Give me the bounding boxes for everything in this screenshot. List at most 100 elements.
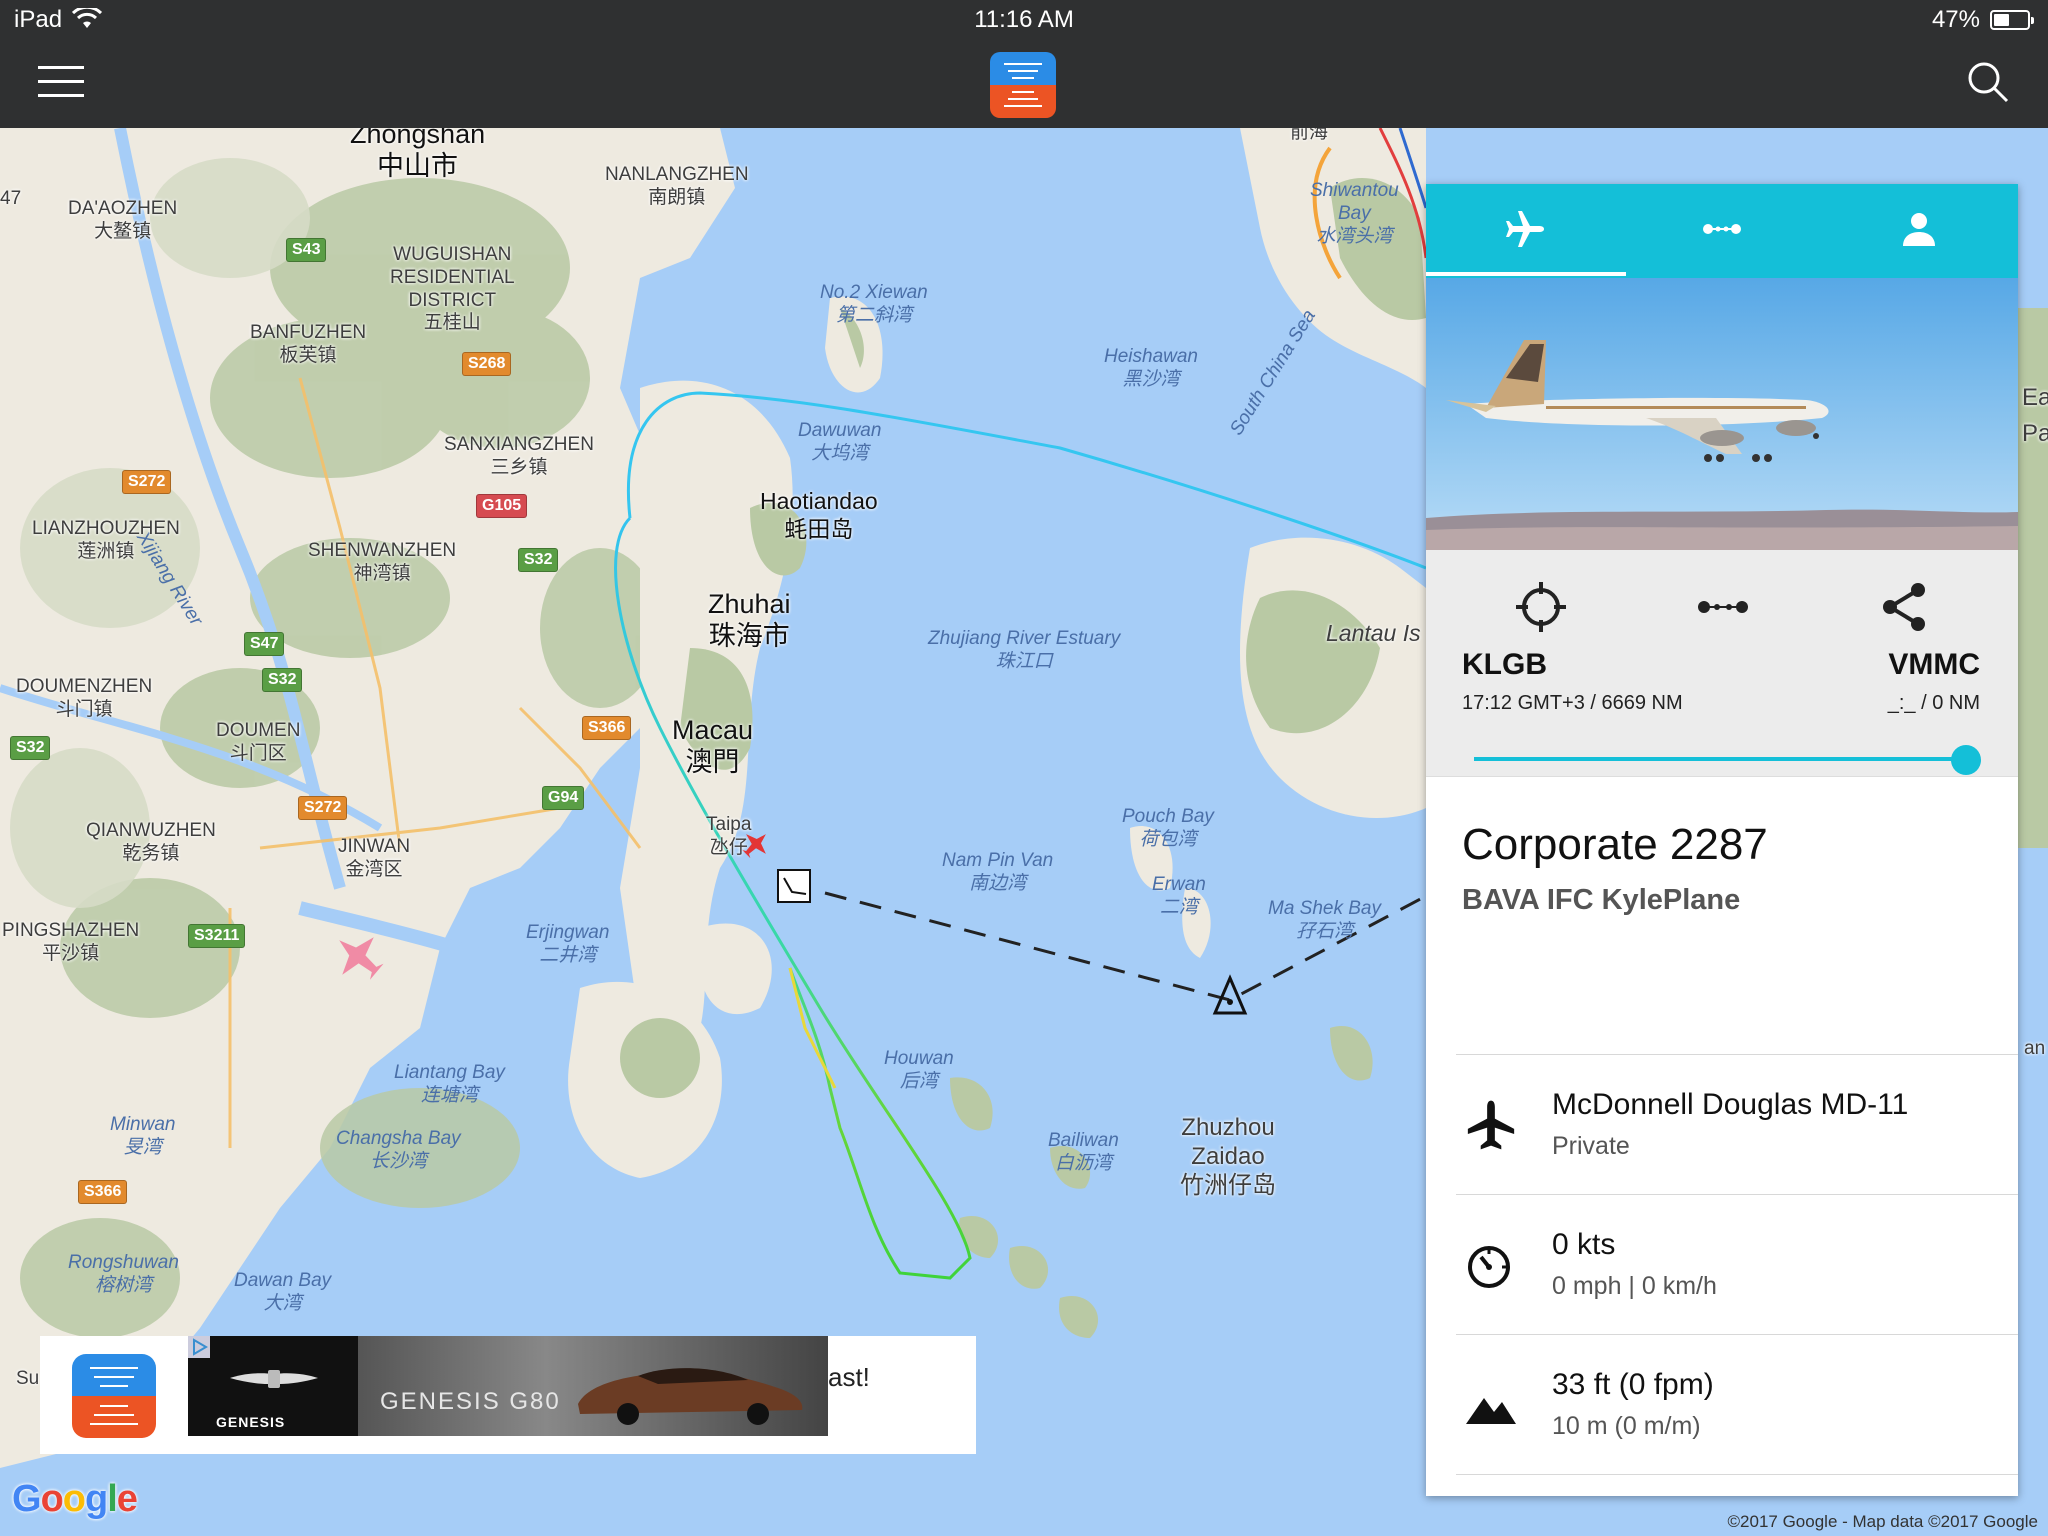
status-battery-percent: 47% — [1931, 6, 1980, 33]
road-shield: S366 — [78, 1180, 128, 1204]
car-image — [578, 1368, 803, 1425]
map-label: SANXIANGZHEN 三乡镇 — [444, 434, 594, 478]
route-icon[interactable] — [1696, 580, 1750, 634]
airport-marker[interactable] — [777, 869, 811, 903]
speed-conversions: 0 mph | 0 km/h — [1552, 1272, 1717, 1300]
speedometer-icon — [1468, 1246, 1510, 1288]
road-shield: S32 — [10, 736, 51, 760]
hamburger-menu-icon[interactable] — [38, 66, 86, 100]
map-label: NANLANGZHEN 南朗镇 — [605, 164, 749, 208]
road-shield: S366 — [582, 716, 632, 740]
genesis-wings-icon — [230, 1370, 318, 1388]
flight-callsign: Corporate 2287 — [1462, 820, 1768, 869]
road-shield: S43 — [286, 238, 327, 262]
map-label: LIANZHOUZHEN 莲洲镇 — [32, 518, 180, 562]
altitude-metric: 10 m (0 m/m) — [1552, 1412, 1701, 1440]
ad-choices-icon[interactable] — [188, 1336, 210, 1358]
ad-image[interactable]: GENESIS GENESIS G80 — [188, 1336, 828, 1436]
google-logo-letter: e — [116, 1478, 138, 1520]
app-top-bar: iPad 11:16 AM 47% — [0, 0, 2048, 128]
map-label: SHENWANZHEN 神湾镇 — [308, 540, 457, 584]
destination-detail: _:_ / 0 NM — [1887, 692, 1980, 714]
flight-info-panel: KLGB 17:12 GMT+3 / 6669 NM VMMC _:_ / 0 … — [1426, 184, 2018, 1496]
map-label: Su — [16, 1368, 40, 1389]
ad-model-text: GENESIS G80 — [380, 1388, 561, 1415]
tab-pilot[interactable] — [1820, 184, 2017, 278]
map-label: Zhongshan 中山市 — [350, 128, 486, 182]
route-section: KLGB 17:12 GMT+3 / 6669 NM VMMC _:_ / 0 … — [1426, 550, 2018, 777]
origin-code[interactable]: KLGB — [1462, 648, 1547, 682]
map-copyright: ©2017 Google - Map data ©2017 Google — [1727, 1512, 2038, 1531]
tab-flight[interactable] — [1426, 184, 1623, 278]
map-label: Dawan Bay 大湾 — [234, 1270, 332, 1314]
map-label: Macau 澳門 — [672, 715, 754, 778]
map-label: Erwan 二湾 — [1152, 874, 1206, 918]
aircraft-marker-pink-icon[interactable] — [330, 928, 386, 984]
ad-text: ast! — [828, 1362, 870, 1392]
airplane-icon — [1506, 211, 1544, 247]
map-label: Changsha Bay 长沙湾 — [336, 1128, 461, 1172]
search-icon[interactable] — [1966, 60, 2010, 104]
flight-operator: BAVA IFC KylePlane — [1462, 884, 1741, 916]
flight-progress-bar — [1474, 757, 1966, 761]
map-label: Rongshuwan 榕树湾 — [68, 1252, 179, 1296]
tab-route[interactable] — [1623, 184, 1820, 278]
map-label: Zhuzhou Zaidao 竹洲仔岛 — [1180, 1114, 1276, 1199]
flight-progress-thumb[interactable] — [1951, 745, 1981, 775]
map-label: Dawuwan 大坞湾 — [798, 420, 882, 464]
map-label: Lantau Is — [1326, 620, 1421, 646]
panel-tabs — [1426, 184, 2018, 278]
altitude-mountain-icon — [1466, 1398, 1516, 1424]
google-logo-letter: l — [107, 1478, 118, 1520]
map-label: PINGSHAZHEN 平沙镇 — [2, 920, 140, 964]
share-icon[interactable] — [1878, 580, 1932, 634]
map-label: Houwan 后湾 — [884, 1048, 954, 1092]
map-label: JINWAN 金湾区 — [338, 836, 411, 880]
ad-banner[interactable]: GENESIS GENESIS G80 ast! — [40, 1336, 976, 1454]
google-logo-letter: G — [12, 1478, 42, 1520]
road-shield: G105 — [476, 494, 528, 518]
map-label: 47 — [0, 188, 22, 209]
map-label: 前海 — [1290, 128, 1329, 143]
aircraft-owner: Private — [1552, 1132, 1630, 1160]
road-shield: S32 — [262, 668, 303, 692]
map-label: BANFUZHEN 板芙镇 — [250, 322, 367, 366]
map-label: Bailiwan 白沥湾 — [1048, 1130, 1119, 1174]
status-time: 11:16 AM — [974, 6, 1074, 33]
destination-code[interactable]: VMMC — [1888, 648, 1980, 682]
tab-indicator — [1426, 272, 1626, 276]
map-label: Heishawan 黑沙湾 — [1104, 346, 1198, 390]
map-label: Nam Pin Van 南边湾 — [942, 850, 1054, 894]
map-label: Ea — [2022, 384, 2048, 411]
map-label: Pa — [2022, 420, 2048, 447]
road-shield: S272 — [122, 470, 172, 494]
divider — [1456, 1194, 2018, 1195]
road-shield: G94 — [542, 786, 585, 810]
aircraft-photo[interactable] — [1426, 278, 2018, 550]
ad-app-icon[interactable] — [72, 1354, 156, 1438]
map-label: Zhujiang River Estuary 珠江口 — [928, 628, 1121, 672]
divider — [1456, 1054, 2018, 1055]
person-icon — [1903, 213, 1935, 246]
origin-detail: 17:12 GMT+3 / 6669 NM — [1462, 692, 1683, 714]
map-label: an — [2024, 1038, 2046, 1059]
map-label: QIANWUZHEN 乾务镇 — [86, 820, 216, 864]
map-label: DOUMEN 斗门区 — [216, 720, 301, 764]
map-label: Taipa 氹仔 — [706, 814, 752, 858]
map-label: Shiwantou Bay 水湾头湾 — [1310, 180, 1399, 247]
divider — [1456, 1334, 2018, 1335]
app-logo-icon[interactable] — [990, 52, 1056, 118]
map-label: Erjingwan 二井湾 — [526, 922, 610, 966]
map-label: DA'AOZHEN 大鳌镇 — [68, 198, 178, 242]
map-label: Haotiandao 蚝田岛 — [760, 488, 878, 542]
map-label: No.2 Xiewan 第二斜湾 — [820, 282, 928, 326]
aircraft-type-icon — [1467, 1100, 1515, 1150]
road-shield: S3211 — [188, 924, 246, 948]
map-label: Pouch Bay 荷包湾 — [1122, 806, 1214, 850]
locate-aircraft-icon[interactable] — [1514, 580, 1568, 634]
route-dots-icon — [1703, 224, 1741, 234]
road-shield: S268 — [462, 352, 512, 376]
altitude: 33 ft (0 fpm) — [1552, 1368, 1714, 1401]
battery-icon — [1990, 10, 2034, 30]
ground-speed: 0 kts — [1552, 1228, 1616, 1261]
